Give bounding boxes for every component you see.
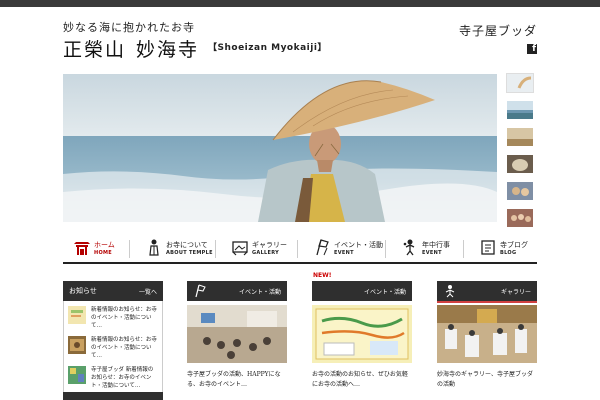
nav-label-jp: 寺ブログ (500, 241, 528, 249)
person-icon (445, 285, 455, 298)
card-category: イベント・活動 (363, 289, 406, 296)
news-panel-header: お知らせ 一覧へ (63, 281, 163, 301)
hero-thumbnail[interactable] (506, 73, 534, 93)
list-item[interactable]: 寺子屋ブッダ 新着情報のお知らせ：お寺のイベント・活動について… (68, 366, 158, 390)
temple-gate-icon (74, 242, 90, 255)
card-accent-line (437, 301, 537, 303)
news-thumbnail (68, 306, 86, 324)
nav-label-jp: お寺について (166, 241, 208, 249)
card-caption: 寺子屋ブッダの活動、HAPPYになる、お寺のイベント… (187, 371, 281, 388)
hero-thumbnails (506, 73, 534, 236)
nav-label-jp: ホーム (94, 241, 115, 249)
news-list: 新着情報のお知らせ：お寺のイベント・活動について… 新着情報のお知らせ：お寺のイ… (63, 301, 163, 400)
hero-thumbnail[interactable] (507, 155, 533, 173)
hero-thumbnail[interactable] (507, 182, 533, 200)
nav-underline (63, 262, 537, 264)
second-panel-header (63, 392, 163, 400)
nav-divider (129, 240, 130, 258)
gallery-card[interactable]: ギャラリー 妙海寺のギャラリー、寺子屋ブッダの活動 (437, 281, 537, 390)
terakoya-buddha-link[interactable]: 寺子屋ブッダ (459, 22, 537, 39)
news-item-text: 新着情報のお知らせ：お寺のイベント・活動について… (91, 307, 157, 329)
nav-label-jp: イベント・活動 (334, 241, 383, 249)
card-image (187, 305, 287, 363)
hero-thumbnail[interactable] (507, 101, 533, 119)
card-header: イベント・活動 (312, 281, 412, 301)
news-item-text: 寺子屋ブッダ 新着情報のお知らせ：お寺のイベント・活動について… (91, 367, 154, 389)
news-thumbnail (68, 336, 86, 354)
news-more-link[interactable]: 一覧へ (139, 287, 157, 296)
hero-thumbnail[interactable] (507, 209, 533, 227)
flag-icon (316, 239, 329, 256)
nav-divider (385, 240, 386, 258)
person-icon (403, 239, 415, 256)
site-tagline: 妙なる海に抱かれたお寺 (63, 21, 195, 34)
card-category: イベント・活動 (238, 289, 281, 296)
hero-thumbnail[interactable] (507, 128, 533, 146)
site-title[interactable]: 正榮山 妙海寺 (63, 35, 199, 62)
nav-divider (463, 240, 464, 258)
hero-image (63, 74, 497, 222)
nav-label-jp: ギャラリー (252, 241, 287, 249)
card-image (312, 305, 412, 363)
card-caption: お寺の活動のお知らせ、ぜひお気軽にお寺の活動へ… (312, 371, 408, 388)
nav-divider (297, 240, 298, 258)
nav-label-en: EVENT (422, 250, 442, 256)
nav-divider (215, 240, 216, 258)
notebook-icon (481, 240, 495, 255)
event-card[interactable]: イベント・活動 寺子屋ブッダの活動、HAPPYになる、お寺のイベント… (187, 281, 287, 390)
main-nav: ホーム HOME お寺について ABOUT TEMPLE ギャラリー GALLE… (63, 234, 537, 264)
top-bar (0, 0, 600, 7)
card-header: ギャラリー (437, 281, 537, 303)
news-panel: お知らせ 一覧へ 新着情報のお知らせ：お寺のイベント・活動について… 新着情報の… (63, 281, 163, 400)
site-title-temple: 妙海寺 (136, 39, 200, 61)
nav-label-en: GALLERY (252, 250, 280, 256)
news-panel-title: お知らせ (69, 287, 97, 295)
card-caption: 妙海寺のギャラリー、寺子屋ブッダの活動 (437, 371, 533, 388)
facebook-icon[interactable]: f (527, 44, 537, 54)
site-title-mountain: 正榮山 (63, 39, 127, 61)
nav-label-en: BLOG (500, 250, 517, 256)
card-category: ギャラリー (500, 289, 531, 296)
event-card[interactable]: イベント・活動 お寺の活動のお知らせ、ぜひお気軽にお寺の活動へ… (312, 281, 412, 390)
nav-label-en: ABOUT TEMPLE (166, 250, 213, 256)
list-item[interactable]: 新着情報のお知らせ：お寺のイベント・活動について… (68, 306, 158, 330)
news-item-text: 新着情報のお知らせ：お寺のイベント・活動について… (91, 337, 157, 359)
card-header: イベント・活動 (187, 281, 287, 301)
picture-frame-icon (232, 241, 248, 256)
list-item[interactable]: 新着情報のお知らせ：お寺のイベント・活動について… (68, 336, 158, 360)
nav-label-jp: 年中行事 (422, 241, 450, 249)
nav-label-en: EVENT (334, 250, 354, 256)
news-thumbnail (68, 366, 86, 384)
monk-icon (149, 239, 159, 256)
flag-icon (195, 284, 206, 298)
card-image (437, 305, 537, 363)
new-badge: NEW! (313, 272, 332, 279)
site-subtitle: 【Shoeizan Myokaiji】 (208, 43, 327, 53)
nav-label-en: HOME (94, 250, 113, 256)
